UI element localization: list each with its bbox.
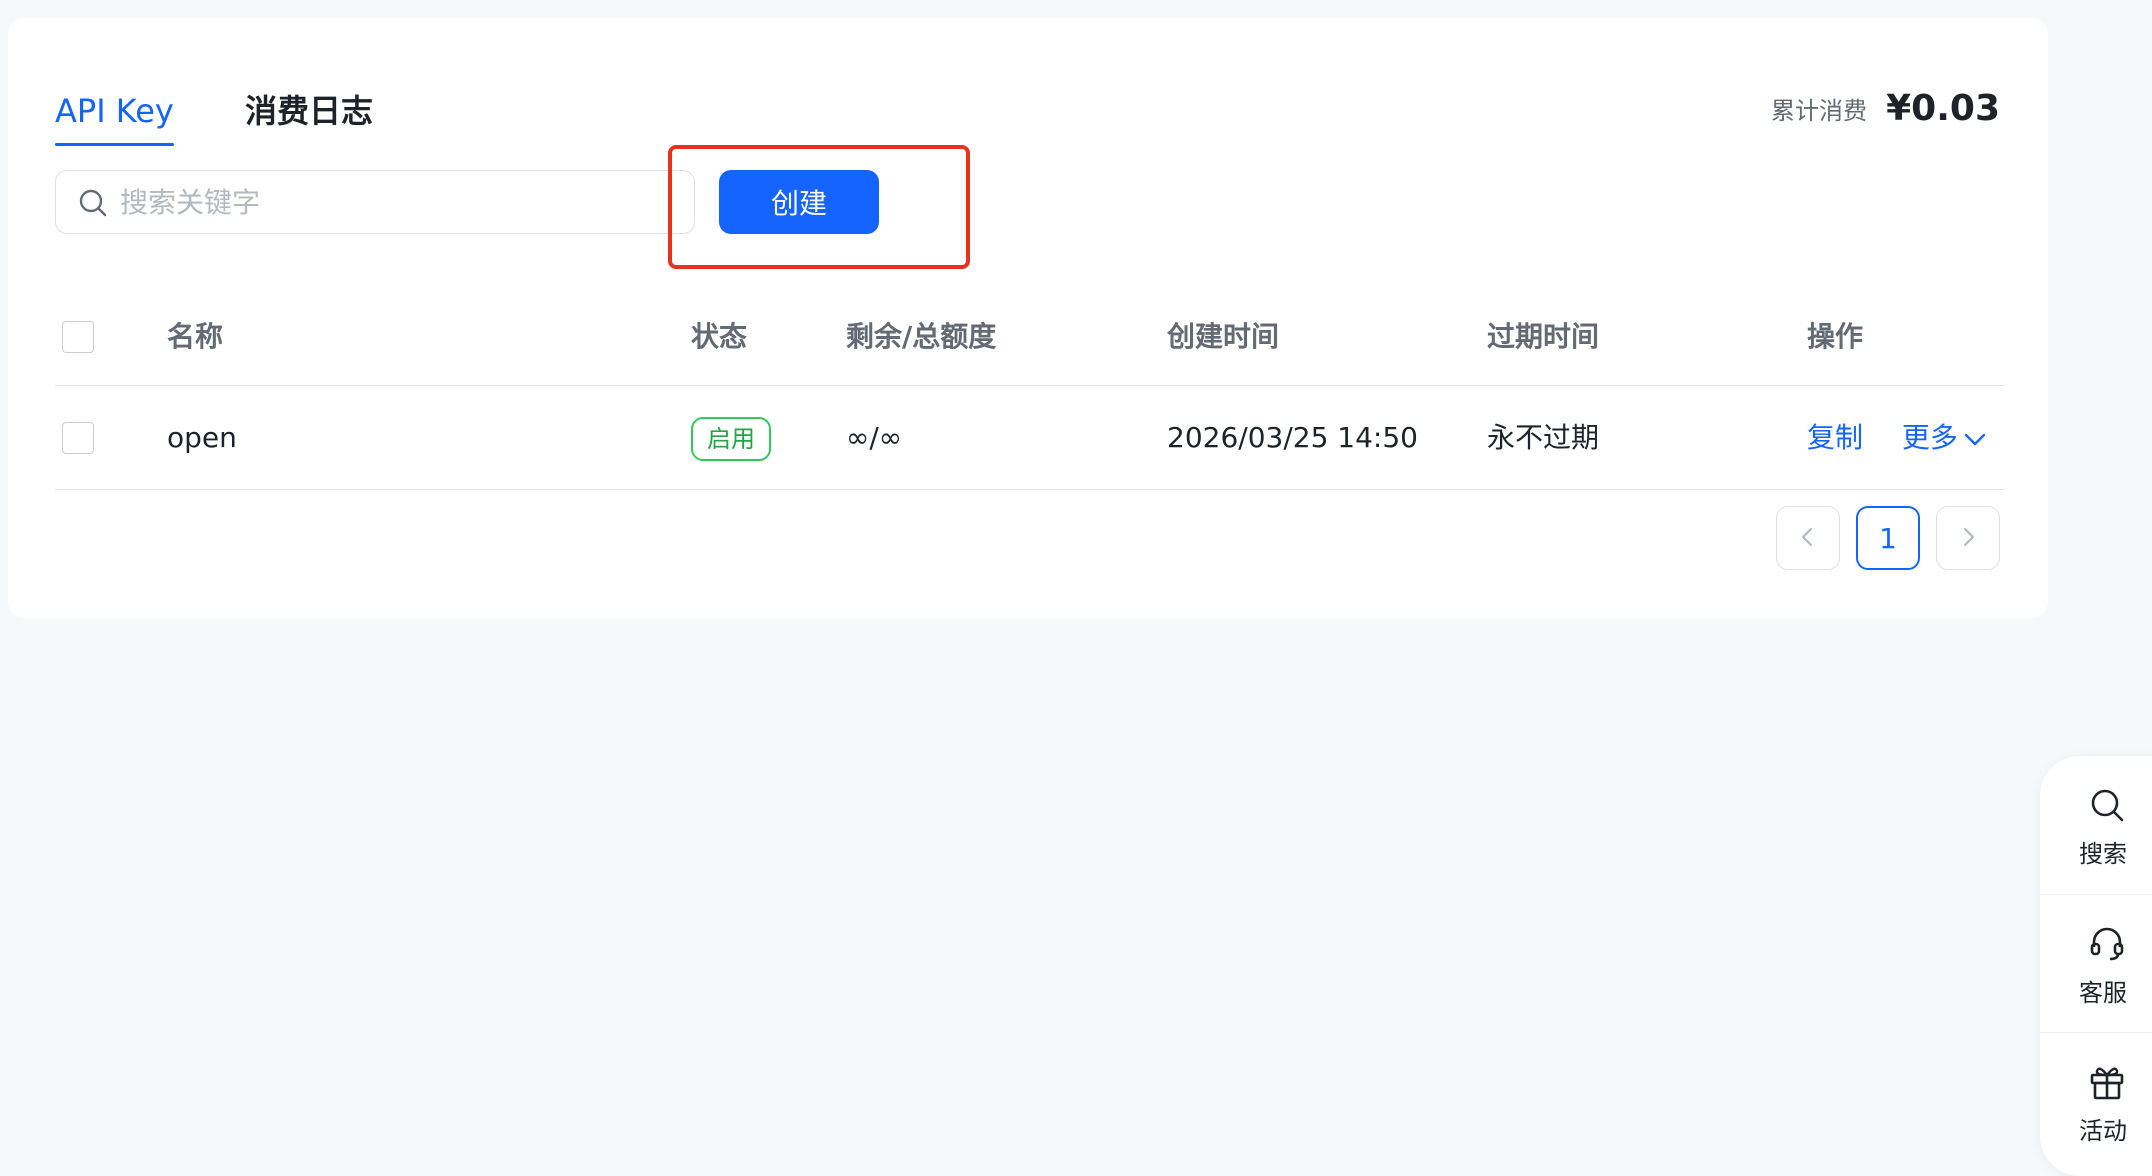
search-box[interactable] xyxy=(55,170,695,234)
chevron-left-icon xyxy=(1801,527,1813,547)
headset-icon xyxy=(2090,927,2124,961)
total-consumption-label: 累计消费 xyxy=(1771,97,1868,125)
key-name: open xyxy=(167,421,237,454)
quota-value: ∞/∞ xyxy=(846,421,903,454)
select-all-checkbox[interactable] xyxy=(62,321,94,353)
more-dropdown[interactable]: 更多 xyxy=(1902,421,1988,454)
float-search-label: 搜索 xyxy=(2079,840,2127,868)
float-support-button[interactable]: 客服 xyxy=(2040,894,2152,1032)
chevron-right-icon xyxy=(1963,527,1975,547)
api-key-card: API Key 消费日志 累计消费 ¥0.03 创建 名称 状态 剩余/总额度 … xyxy=(8,18,2048,618)
expire-time: 永不过期 xyxy=(1487,421,1600,454)
floating-toolbar: 搜索 客服 活动 xyxy=(2040,756,2152,1176)
search-icon xyxy=(79,189,107,217)
api-key-table: 名称 状态 剩余/总额度 创建时间 过期时间 操作 open 启用 ∞/∞ 20… xyxy=(55,298,2005,490)
more-label: 更多 xyxy=(1901,421,1958,454)
total-consumption-value: ¥0.03 xyxy=(1886,88,2000,129)
search-icon xyxy=(2091,789,2124,822)
prev-page-button[interactable] xyxy=(1776,506,1840,570)
copy-link[interactable]: 复制 xyxy=(1807,421,1863,454)
gift-icon xyxy=(2090,1067,2124,1100)
total-consumption: 累计消费 ¥0.03 xyxy=(1771,88,2000,129)
pagination: 1 xyxy=(1776,506,2000,570)
create-button[interactable]: 创建 xyxy=(719,170,879,234)
created-time: 2026/03/25 14:50 xyxy=(1167,421,1418,454)
page-number-button[interactable]: 1 xyxy=(1856,506,1920,570)
row-checkbox[interactable] xyxy=(62,422,94,454)
status-badge: 启用 xyxy=(691,417,771,461)
float-support-label: 客服 xyxy=(2079,979,2127,1007)
table-header: 名称 状态 剩余/总额度 创建时间 过期时间 操作 xyxy=(55,298,2005,386)
table-row: open 启用 ∞/∞ 2026/03/25 14:50 永不过期 复制 更多 xyxy=(55,386,2005,490)
float-activity-button[interactable]: 活动 xyxy=(2040,1032,2152,1170)
float-search-button[interactable]: 搜索 xyxy=(2040,756,2152,894)
chevron-down-icon xyxy=(1964,433,1986,446)
tab-api-key[interactable]: API Key xyxy=(55,70,174,146)
tab-consumption-log[interactable]: 消费日志 xyxy=(245,70,373,140)
float-activity-label: 活动 xyxy=(2079,1117,2127,1145)
search-input[interactable] xyxy=(120,179,680,225)
next-page-button[interactable] xyxy=(1936,506,2000,570)
status-cell: 启用 xyxy=(691,386,771,490)
operations-cell: 复制 更多 xyxy=(1807,386,1988,490)
